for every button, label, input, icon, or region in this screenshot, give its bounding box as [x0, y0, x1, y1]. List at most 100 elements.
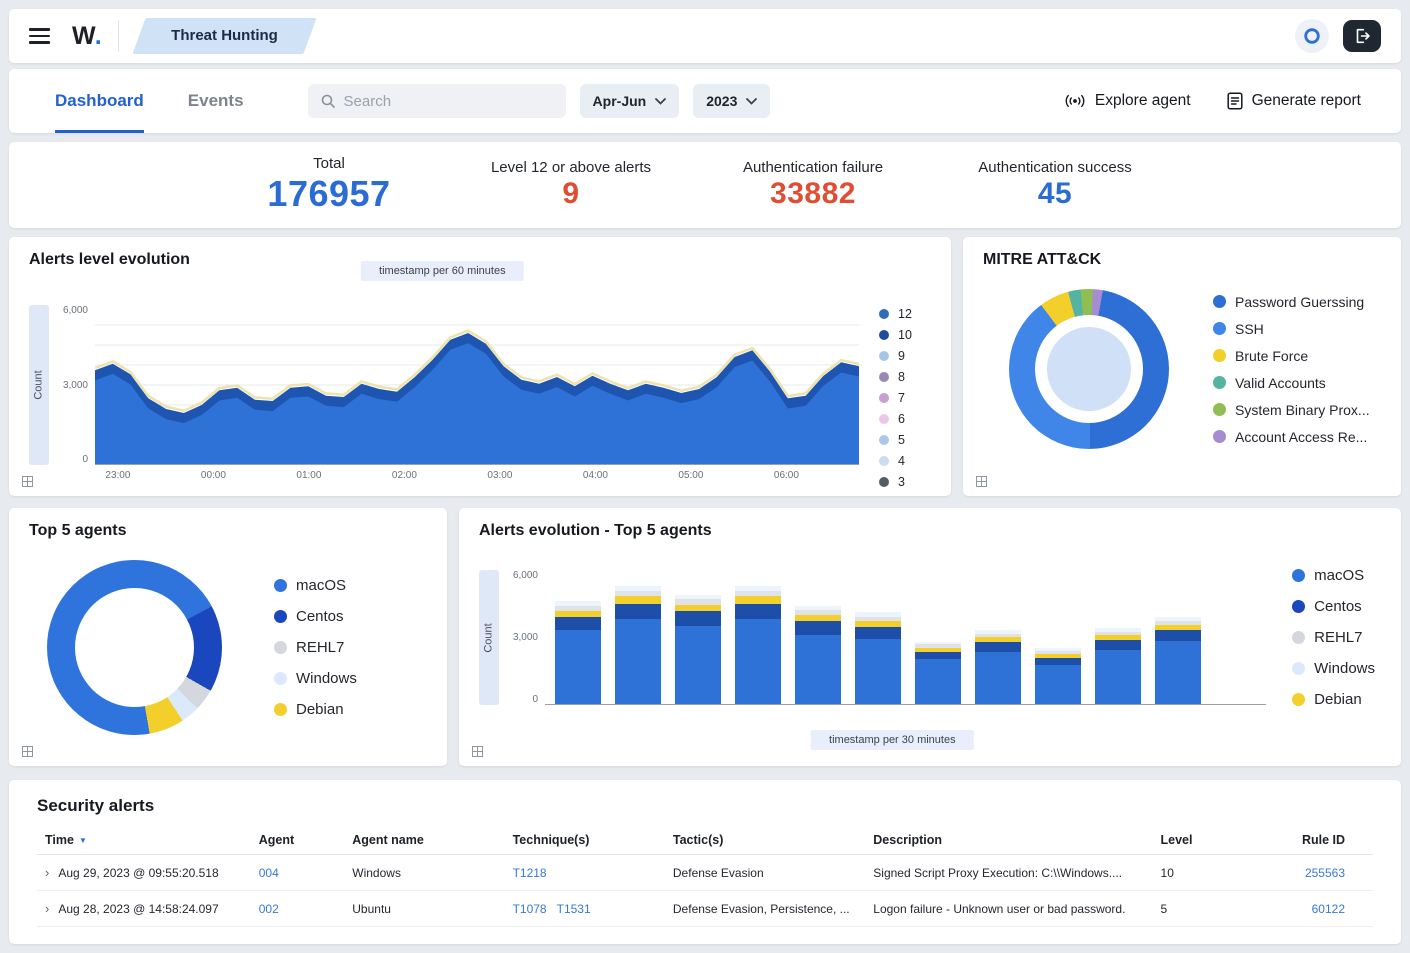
expand-row-icon[interactable]: › [45, 901, 49, 916]
legend-label: 12 [898, 307, 912, 321]
legend-item-9[interactable]: 9 [879, 349, 931, 363]
legend-item-7[interactable]: 7 [879, 391, 931, 405]
stacked-bar[interactable] [915, 570, 961, 704]
stacked-bar[interactable] [1095, 570, 1141, 704]
chevron-down-icon [746, 98, 757, 105]
inspect-panel-icon[interactable] [22, 476, 33, 487]
security-alerts-table: Time▼AgentAgent nameTechnique(s)Tactic(s… [37, 826, 1373, 927]
column-header-agent-name[interactable]: Agent name [344, 826, 504, 855]
legend-label: SSH [1235, 321, 1264, 337]
stacked-bar[interactable] [735, 570, 781, 704]
agent-link[interactable]: 004 [259, 866, 279, 880]
legend-item-6[interactable]: 6 [879, 412, 931, 426]
legend-item-3[interactable]: 3 [879, 475, 931, 489]
column-header-agent[interactable]: Agent [251, 826, 345, 855]
legend-item-rehl7[interactable]: REHL7 [1292, 629, 1375, 646]
legend-item-rehl7[interactable]: REHL7 [274, 639, 357, 656]
stacked-bar[interactable] [855, 570, 901, 704]
inspect-panel-icon[interactable] [22, 746, 33, 757]
stacked-bar[interactable] [675, 570, 721, 704]
column-header-rule-id[interactable]: Rule ID [1279, 826, 1373, 855]
technique-link[interactable]: T1218 [513, 866, 547, 880]
top-agents-donut-chart[interactable] [47, 560, 222, 735]
legend-item-account-access-re[interactable]: Account Access Re... [1213, 429, 1370, 445]
alert-row[interactable]: ›Aug 28, 2023 @ 14:58:24.097002UbuntuT10… [37, 891, 1373, 927]
legend-label: Centos [296, 608, 344, 625]
stat-value: 45 [947, 177, 1163, 211]
agent-link[interactable]: 002 [259, 902, 279, 916]
stacked-bar[interactable] [795, 570, 841, 704]
generate-report-button[interactable]: Generate report [1227, 92, 1361, 110]
time-value: Aug 28, 2023 @ 14:58:24.097 [58, 902, 218, 916]
vertical-divider [118, 20, 119, 52]
rule-id-link[interactable]: 60122 [1312, 902, 1345, 916]
legend-label: 8 [898, 370, 905, 384]
legend-item-windows[interactable]: Windows [1292, 660, 1375, 677]
bar-segment-macos [795, 635, 841, 704]
legend-item-10[interactable]: 10 [879, 328, 931, 342]
status-ring-button[interactable] [1295, 19, 1329, 53]
legend-item-5[interactable]: 5 [879, 433, 931, 447]
stacked-bar[interactable] [615, 570, 661, 704]
legend-item-centos[interactable]: Centos [274, 608, 357, 625]
period-select[interactable]: Apr-Jun [580, 84, 680, 118]
technique-link[interactable]: T1531 [557, 902, 591, 916]
menu-button[interactable] [29, 24, 50, 48]
cell-techniques: T1218 [505, 855, 665, 891]
column-header-tactic-s[interactable]: Tactic(s) [665, 826, 865, 855]
legend-item-brute-force[interactable]: Brute Force [1213, 348, 1370, 364]
legend-item-centos[interactable]: Centos [1292, 598, 1375, 615]
bar-segment-macos [735, 619, 781, 704]
legend-item-valid-accounts[interactable]: Valid Accounts [1213, 375, 1370, 391]
tab-events[interactable]: Events [188, 69, 244, 133]
legend-item-debian[interactable]: Debian [1292, 691, 1375, 708]
stacked-bar[interactable] [555, 570, 601, 704]
bar-segment-debian [615, 596, 661, 603]
search-input[interactable] [344, 93, 554, 110]
sort-desc-icon[interactable]: ▼ [79, 836, 87, 845]
stat-level-12-or-above-alerts: Level 12 or above alerts9 [463, 159, 679, 211]
alert-row[interactable]: ›Aug 29, 2023 @ 09:55:20.518004WindowsT1… [37, 855, 1373, 891]
expand-row-icon[interactable]: › [45, 865, 49, 880]
column-header-description[interactable]: Description [865, 826, 1152, 855]
legend-item-windows[interactable]: Windows [274, 670, 357, 687]
stacked-bar[interactable] [1035, 570, 1081, 704]
legend-item-4[interactable]: 4 [879, 454, 931, 468]
legend-item-12[interactable]: 12 [879, 307, 931, 321]
mitre-donut-chart[interactable] [1009, 289, 1169, 449]
column-header-time[interactable]: Time▼ [37, 826, 251, 855]
stacked-bar[interactable] [1155, 570, 1201, 704]
legend-dot-icon [1213, 403, 1226, 416]
legend-item-macos[interactable]: macOS [1292, 567, 1375, 584]
inspect-panel-icon[interactable] [976, 476, 987, 487]
bar-segment-macos [855, 639, 901, 704]
toolbar-buttons: Explore agent Generate report [1064, 92, 1361, 110]
legend-item-ssh[interactable]: SSH [1213, 321, 1370, 337]
donut-hole [75, 588, 194, 707]
explore-agent-button[interactable]: Explore agent [1064, 92, 1191, 110]
alerts-level-chart [95, 305, 859, 465]
column-header-level[interactable]: Level [1153, 826, 1280, 855]
stacked-bar[interactable] [975, 570, 1021, 704]
legend-item-8[interactable]: 8 [879, 370, 931, 384]
legend-item-debian[interactable]: Debian [274, 701, 357, 718]
y-tick-label: 3,000 [513, 632, 538, 643]
technique-link[interactable]: T1078 [513, 902, 547, 916]
column-header-technique-s[interactable]: Technique(s) [505, 826, 665, 855]
year-select[interactable]: 2023 [693, 84, 770, 118]
app-logo[interactable]: W. [72, 22, 102, 51]
legend-label: Password Guerssing [1235, 294, 1364, 310]
inspect-panel-icon[interactable] [472, 746, 483, 757]
tab-dashboard[interactable]: Dashboard [55, 69, 144, 133]
legend-item-macos[interactable]: macOS [274, 577, 357, 594]
x-tick-label: 06:00 [774, 470, 799, 481]
rule-id-link[interactable]: 255563 [1305, 866, 1345, 880]
cell-rule-id: 60122 [1279, 891, 1373, 927]
legend-item-system-binary-prox[interactable]: System Binary Prox... [1213, 402, 1370, 418]
legend-item-password-guerssing[interactable]: Password Guerssing [1213, 294, 1370, 310]
alerts-level-plot[interactable]: 23:0000:0001:0002:0003:0004:0005:0006:00 [95, 305, 859, 465]
top-agents-panel: Top 5 agents macOSCentosREHL7WindowsDebi… [9, 508, 447, 766]
logout-button[interactable] [1343, 20, 1381, 52]
legend-label: 3 [898, 475, 905, 489]
search-icon [320, 93, 336, 109]
